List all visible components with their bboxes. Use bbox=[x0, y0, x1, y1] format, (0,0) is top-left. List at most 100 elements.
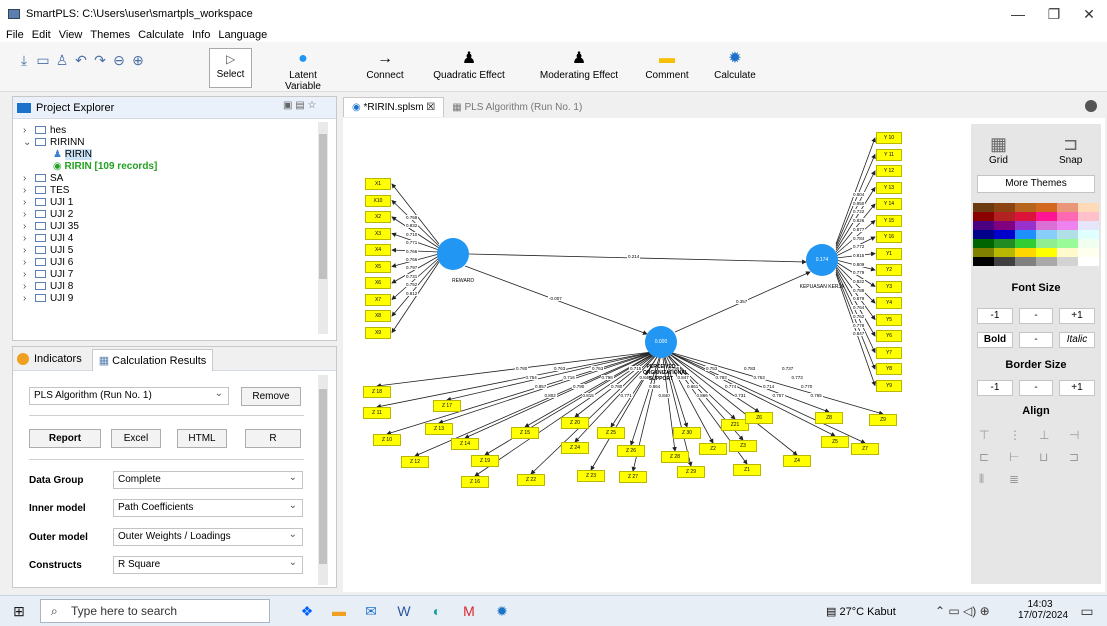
color-swatch[interactable] bbox=[1078, 257, 1099, 266]
system-tray-icons[interactable]: ⌃ ▭ ◁) ⊕ bbox=[935, 604, 990, 618]
reward-construct[interactable] bbox=[437, 238, 469, 270]
indicator-box[interactable]: Z 25 bbox=[597, 427, 625, 439]
indicator-box[interactable]: Z2 bbox=[699, 443, 727, 455]
color-swatch[interactable] bbox=[994, 212, 1015, 221]
tree-item[interactable]: › UJI 4 bbox=[23, 233, 336, 245]
indicator-box[interactable]: Y 14 bbox=[876, 198, 902, 210]
indicator-box[interactable]: Y 12 bbox=[876, 165, 902, 177]
indicator-box[interactable]: Z 22 bbox=[517, 474, 545, 486]
tab-model-editor[interactable]: ◉ *RIRIN.splsm ☒ bbox=[343, 97, 445, 117]
chevron-icon[interactable]: › bbox=[23, 209, 35, 221]
color-swatch[interactable] bbox=[1015, 257, 1036, 266]
color-swatch[interactable] bbox=[1078, 221, 1099, 230]
color-swatch[interactable] bbox=[994, 203, 1015, 212]
color-swatch[interactable] bbox=[1036, 239, 1057, 248]
chevron-icon[interactable]: › bbox=[23, 221, 35, 233]
indicator-box[interactable]: Z5 bbox=[821, 436, 849, 448]
indicator-box[interactable]: Y2 bbox=[876, 264, 902, 276]
menu-edit[interactable]: Edit bbox=[32, 29, 51, 41]
tree-item[interactable]: › UJI 35 bbox=[23, 221, 336, 233]
indicator-box[interactable]: Y5 bbox=[876, 313, 902, 326]
indicator-box[interactable]: Z8 bbox=[815, 412, 843, 424]
taskbar-search[interactable]: ⌕ Type here to search bbox=[40, 599, 270, 623]
indicator-box[interactable]: X10 bbox=[365, 194, 391, 207]
edge-icon[interactable]: ◐ bbox=[428, 602, 446, 620]
tree-item[interactable]: › UJI 1 bbox=[23, 197, 336, 209]
chevron-icon[interactable]: › bbox=[23, 197, 35, 209]
chevron-icon[interactable]: › bbox=[23, 245, 35, 257]
indicator-box[interactable]: Z 14 bbox=[451, 438, 479, 450]
align-top-icon[interactable]: ⊤ bbox=[979, 428, 1009, 450]
color-swatch[interactable] bbox=[994, 221, 1015, 230]
menu-info[interactable]: Info bbox=[192, 29, 210, 41]
color-swatch[interactable] bbox=[1078, 212, 1099, 221]
connect-button[interactable]: → Connect bbox=[362, 48, 408, 81]
color-swatch[interactable] bbox=[973, 257, 994, 266]
path-arrow[interactable] bbox=[391, 261, 440, 334]
bold-button[interactable]: Bold bbox=[977, 332, 1013, 348]
indicator-box[interactable]: Z 27 bbox=[619, 471, 647, 483]
tree-item[interactable]: ♟ RIRIN bbox=[23, 149, 336, 161]
indicator-box[interactable]: Z 12 bbox=[401, 456, 429, 468]
indicator-box[interactable]: Z 13 bbox=[425, 423, 453, 435]
outer-model-select[interactable]: Outer Weights / Loadings bbox=[113, 527, 303, 546]
indicator-box[interactable]: Z 15 bbox=[511, 427, 539, 439]
align-left-edge-icon[interactable]: ⊏ bbox=[979, 450, 1009, 472]
notification-icon[interactable]: ▭ bbox=[1078, 602, 1096, 620]
chevron-icon[interactable]: › bbox=[23, 185, 35, 197]
color-swatch[interactable] bbox=[1078, 203, 1099, 212]
menu-file[interactable]: File bbox=[6, 29, 24, 41]
color-swatch[interactable] bbox=[994, 230, 1015, 239]
color-swatch[interactable] bbox=[1057, 203, 1078, 212]
mail-icon[interactable]: ✉ bbox=[362, 602, 380, 620]
indicator-box[interactable]: X4 bbox=[365, 244, 391, 256]
indicator-box[interactable]: Y 10 bbox=[876, 132, 902, 144]
color-swatch[interactable] bbox=[1057, 221, 1078, 230]
redo-icon[interactable]: ↷ bbox=[92, 52, 108, 68]
indicator-box[interactable]: Z 24 bbox=[561, 442, 589, 454]
inner-model-select[interactable]: Path Coefficients bbox=[113, 498, 303, 517]
indicator-box[interactable]: X9 bbox=[365, 326, 391, 339]
indicator-box[interactable]: Y 15 bbox=[876, 214, 902, 227]
indicator-box[interactable]: X2 bbox=[365, 211, 391, 223]
border-increase-button[interactable]: +1 bbox=[1059, 380, 1095, 396]
close-button[interactable]: ✕ bbox=[1071, 0, 1107, 28]
path-arrow[interactable] bbox=[524, 351, 657, 428]
color-palette[interactable] bbox=[973, 203, 1099, 266]
panel-controls-icon[interactable]: ▣ ▤ ☆ bbox=[283, 100, 316, 111]
comment-button[interactable]: ▬ Comment bbox=[645, 48, 689, 81]
construct-label[interactable]: KEPUASAN KERJA bbox=[792, 284, 852, 290]
align-right-icon[interactable]: ⊣ bbox=[1069, 428, 1099, 450]
weather-widget[interactable]: ▤ 27°C Kabut bbox=[826, 605, 896, 618]
color-swatch[interactable] bbox=[1036, 212, 1057, 221]
pos-construct[interactable]: 0.000 bbox=[645, 326, 677, 358]
color-swatch[interactable] bbox=[1078, 239, 1099, 248]
color-swatch[interactable] bbox=[1036, 221, 1057, 230]
align-center-icon[interactable]: ⊢ bbox=[1009, 450, 1039, 472]
indicator-box[interactable]: X7 bbox=[365, 293, 391, 306]
indicator-box[interactable]: X8 bbox=[365, 310, 391, 322]
chevron-icon[interactable]: › bbox=[23, 257, 35, 269]
menu-view[interactable]: View bbox=[59, 29, 83, 41]
html-button[interactable]: HTML bbox=[177, 429, 227, 448]
font-increase-button[interactable]: +1 bbox=[1059, 308, 1095, 324]
color-swatch[interactable] bbox=[1015, 221, 1036, 230]
construct-label[interactable]: PERCEIVED ORGANIZATIONAL SUPPORT bbox=[643, 364, 688, 382]
kepuasan-kerja-construct[interactable]: 0.174 bbox=[806, 244, 838, 276]
distribute-v-icon[interactable]: ≣ bbox=[1009, 472, 1039, 494]
tree-item[interactable]: › hes bbox=[23, 125, 336, 137]
color-swatch[interactable] bbox=[1057, 248, 1078, 257]
construct-label[interactable]: REWARD bbox=[433, 278, 493, 284]
undo-icon[interactable]: ↶ bbox=[73, 52, 89, 68]
indicator-box[interactable]: Y7 bbox=[876, 346, 902, 359]
tree-item[interactable]: › UJI 9 bbox=[23, 293, 336, 305]
color-swatch[interactable] bbox=[994, 248, 1015, 257]
chevron-icon[interactable]: › bbox=[23, 293, 35, 305]
color-swatch[interactable] bbox=[1015, 212, 1036, 221]
app-m-icon[interactable]: M bbox=[460, 602, 478, 620]
color-swatch[interactable] bbox=[1036, 203, 1057, 212]
tab-indicators[interactable]: Indicators bbox=[34, 353, 82, 365]
tab-pls-algorithm[interactable]: ▦ PLS Algorithm (Run No. 1) bbox=[444, 98, 590, 117]
indicator-box[interactable]: Y1 bbox=[876, 247, 902, 260]
path-arrow[interactable] bbox=[669, 351, 884, 416]
